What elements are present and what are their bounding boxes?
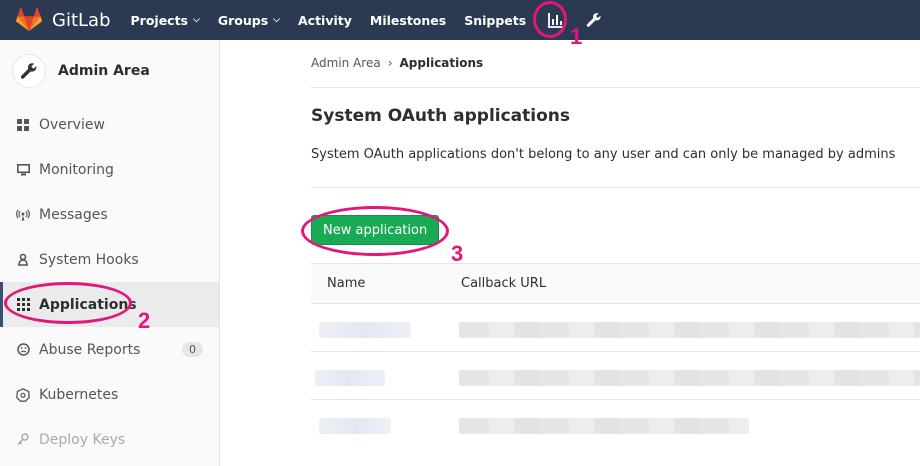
sidebar-item-label: Abuse Reports [39,341,141,358]
sidebar-item-kubernetes[interactable]: Kubernetes [0,372,219,417]
annotation-number-2: 2 [138,308,151,333]
key-icon [16,433,30,447]
wrench-icon [20,63,37,79]
annotation-number-3: 3 [451,241,464,266]
breadcrumb: Admin Area › Applications [311,56,483,70]
table-row[interactable] [311,352,920,400]
brand-name: GitLab [52,9,111,31]
breadcrumb-parent[interactable]: Admin Area [311,56,381,70]
table-row[interactable] [311,304,920,352]
sidebar-item-label: Kubernetes [39,386,119,403]
column-header-callback-url: Callback URL [461,276,547,291]
grid-icon [16,118,30,132]
nav-groups[interactable]: Groups ⌵ [218,13,280,28]
page-description: System OAuth applications don't belong t… [311,147,896,162]
top-navbar: GitLab Projects ⌵ Groups ⌵ Activity Milest… [0,0,920,40]
redacted-app-name[interactable] [319,418,391,434]
gitlab-fox-icon [16,8,42,31]
sidebar-item-abuse-reports[interactable]: Abuse Reports 0 [0,327,219,372]
sidebar-item-label: Monitoring [39,161,114,178]
sidebar-header[interactable]: Admin Area [0,40,219,102]
annotation-circle-applications [4,282,132,324]
nav-projects[interactable]: Projects ⌵ [131,13,200,28]
breadcrumb-separator: › [387,56,393,70]
gitlab-logo[interactable]: GitLab [16,8,131,32]
annotation-circle-new-application [301,206,449,256]
redacted-callback-url [459,370,920,386]
divider [311,87,920,88]
broadcast-icon [16,208,30,222]
abuse-count-badge: 0 [182,342,203,357]
annotation-number-1: 1 [570,24,583,49]
redacted-app-name[interactable] [315,370,385,386]
hook-icon [16,253,30,267]
nav-groups-label: Groups [217,12,269,28]
sidebar-item-system-hooks[interactable]: System Hooks [0,237,219,282]
divider [311,187,920,188]
abuse-icon [16,343,30,357]
chevron-down-icon: ⌵ [273,15,280,25]
kubernetes-icon [16,387,30,402]
sidebar-item-monitoring[interactable]: Monitoring [0,147,219,192]
sidebar-title: Admin Area [58,63,150,79]
sidebar-item-label: System Hooks [39,251,139,268]
sidebar-item-label: Messages [39,206,108,223]
nav-activity[interactable]: Activity [298,13,352,28]
column-header-name: Name [327,276,366,291]
nav-snippets[interactable]: Snippets [464,13,526,28]
chevron-down-icon: ⌵ [193,15,200,25]
breadcrumb-current: Applications [399,56,484,70]
table-header: Name Callback URL [311,263,920,304]
sidebar-item-label: Deploy Keys [39,431,126,448]
sidebar-item-deploy-keys[interactable]: Deploy Keys [0,417,219,462]
admin-avatar [12,54,46,88]
main-content: Admin Area › Applications System OAuth app… [220,40,920,466]
admin-sidebar: Admin Area Overview Monitoring Messages … [0,40,220,466]
monitor-icon [16,163,30,177]
annotation-circle-wrench [533,1,567,38]
redacted-app-name[interactable] [319,322,411,338]
redacted-callback-url [459,322,920,338]
wrench-icon[interactable] [582,8,606,32]
table-row[interactable] [311,400,920,448]
page-title: System OAuth applications [311,106,571,126]
sidebar-item-label: Overview [39,116,105,133]
nav-projects-label: Projects [130,12,189,28]
redacted-callback-url [459,418,749,434]
sidebar-item-messages[interactable]: Messages [0,192,219,237]
sidebar-item-overview[interactable]: Overview [0,102,219,147]
nav-milestones[interactable]: Milestones [370,13,446,28]
